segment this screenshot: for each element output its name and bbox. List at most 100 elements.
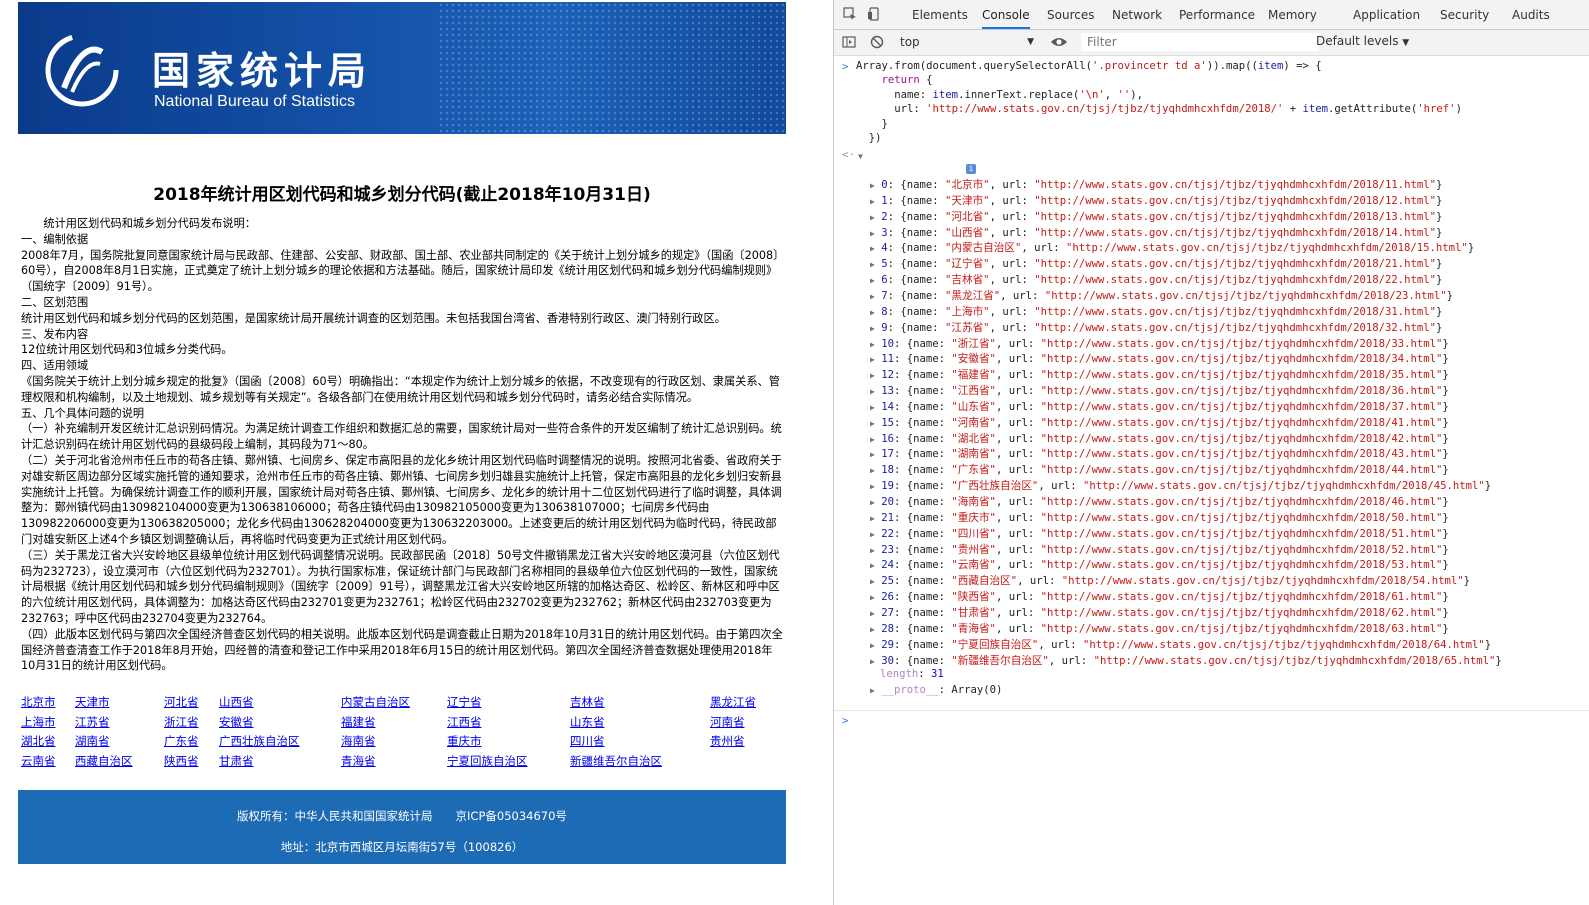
expand-toggle-icon[interactable]: ▶ <box>870 181 875 190</box>
info-icon[interactable]: i <box>966 164 976 174</box>
expand-toggle-icon[interactable]: ▶ <box>870 355 875 364</box>
province-link[interactable]: 安徽省 <box>219 714 254 730</box>
province-link[interactable]: 云南省 <box>21 753 56 769</box>
array-entry[interactable]: ▶ 20: {name: "海南省", url: "http://www.sta… <box>870 494 1449 509</box>
log-levels-dropdown[interactable]: Default levels ▼ <box>1316 34 1409 48</box>
expand-toggle-icon[interactable]: ▶ <box>870 387 875 396</box>
province-link[interactable]: 辽宁省 <box>447 694 482 710</box>
expand-toggle-icon[interactable]: ▶ <box>870 213 875 222</box>
tab-performance[interactable]: Performance <box>1179 0 1255 29</box>
array-entry[interactable]: ▶ 28: {name: "青海省", url: "http://www.sta… <box>870 621 1449 636</box>
expand-toggle-icon[interactable]: ▶ <box>870 197 875 206</box>
province-link[interactable]: 湖南省 <box>75 733 110 749</box>
array-entry[interactable]: ▶ 0: {name: "北京市", url: "http://www.stat… <box>870 177 1442 192</box>
array-entry[interactable]: ▶ 19: {name: "广西壮族自治区", url: "http://www… <box>870 478 1491 493</box>
array-proto[interactable]: ▶ __proto__: Array(0) <box>870 684 1002 696</box>
expand-toggle-icon[interactable]: ▶ <box>870 482 875 491</box>
province-link[interactable]: 北京市 <box>21 694 56 710</box>
array-entry[interactable]: ▶ 7: {name: "黑龙江省", url: "http://www.sta… <box>870 288 1453 303</box>
array-entry[interactable]: ▶ 13: {name: "江西省", url: "http://www.sta… <box>870 383 1449 398</box>
array-entry[interactable]: ▶ 2: {name: "河北省", url: "http://www.stat… <box>870 209 1442 224</box>
array-entry[interactable]: ▶ 16: {name: "湖北省", url: "http://www.sta… <box>870 431 1449 446</box>
array-entry[interactable]: ▶ 22: {name: "四川省", url: "http://www.sta… <box>870 526 1449 541</box>
array-entry[interactable]: ▶ 6: {name: "吉林省", url: "http://www.stat… <box>870 272 1442 287</box>
province-link[interactable]: 江苏省 <box>75 714 110 730</box>
array-entry[interactable]: ▶ 11: {name: "安徽省", url: "http://www.sta… <box>870 351 1449 366</box>
array-entry[interactable]: ▶ 26: {name: "陕西省", url: "http://www.sta… <box>870 589 1449 604</box>
expand-toggle-icon[interactable]: ▶ <box>870 435 875 444</box>
tab-security[interactable]: Security <box>1440 0 1489 29</box>
tab-console[interactable]: Console <box>982 0 1030 29</box>
province-link[interactable]: 宁夏回族自治区 <box>447 753 528 769</box>
device-toolbar-icon[interactable] <box>867 7 881 21</box>
array-entry[interactable]: ▶ 18: {name: "广东省", url: "http://www.sta… <box>870 462 1449 477</box>
province-link[interactable]: 黑龙江省 <box>710 694 756 710</box>
province-link[interactable]: 河北省 <box>164 694 199 710</box>
province-link[interactable]: 湖北省 <box>21 733 56 749</box>
console-filter-input[interactable] <box>1081 33 1319 51</box>
inspect-element-icon[interactable] <box>843 7 857 21</box>
sidebar-toggle-icon[interactable] <box>842 35 856 49</box>
array-entry[interactable]: ▶ 10: {name: "浙江省", url: "http://www.sta… <box>870 336 1449 351</box>
array-entry[interactable]: ▶ 14: {name: "山东省", url: "http://www.sta… <box>870 399 1449 414</box>
province-link[interactable]: 重庆市 <box>447 733 482 749</box>
province-link[interactable]: 新疆维吾尔自治区 <box>570 753 662 769</box>
tab-elements[interactable]: Elements <box>912 0 968 29</box>
expand-toggle-icon[interactable]: ▶ <box>870 450 875 459</box>
tab-memory[interactable]: Memory <box>1268 0 1317 29</box>
expand-toggle-icon[interactable]: ▶ <box>870 403 875 412</box>
array-entry[interactable]: ▶ 4: {name: "内蒙古自治区", url: "http://www.s… <box>870 240 1474 255</box>
array-entry[interactable]: ▶ 17: {name: "湖南省", url: "http://www.sta… <box>870 446 1449 461</box>
expand-toggle-icon[interactable]: ▶ <box>870 324 875 333</box>
expand-toggle-icon[interactable]: ▶ <box>870 340 875 349</box>
province-link[interactable]: 河南省 <box>710 714 745 730</box>
province-link[interactable]: 内蒙古自治区 <box>341 694 410 710</box>
expand-toggle-icon[interactable]: ▶ <box>870 229 875 238</box>
province-link[interactable]: 福建省 <box>341 714 376 730</box>
tab-application[interactable]: Application <box>1353 0 1420 29</box>
expand-toggle-icon[interactable]: ▶ <box>870 530 875 539</box>
province-link[interactable]: 甘肃省 <box>219 753 254 769</box>
array-entry[interactable]: ▶ 21: {name: "重庆市", url: "http://www.sta… <box>870 510 1449 525</box>
expand-toggle-icon[interactable]: ▶ <box>870 514 875 523</box>
expand-toggle-icon[interactable]: ▶ <box>870 292 875 301</box>
province-link[interactable]: 青海省 <box>341 753 376 769</box>
expand-toggle-icon[interactable]: ▶ <box>870 657 875 666</box>
expand-toggle-icon[interactable]: ▶ <box>870 260 875 269</box>
array-entry[interactable]: ▶ 29: {name: "宁夏回族自治区", url: "http://www… <box>870 637 1491 652</box>
province-link[interactable]: 陕西省 <box>164 753 199 769</box>
tab-network[interactable]: Network <box>1112 0 1162 29</box>
tab-sources[interactable]: Sources <box>1047 0 1094 29</box>
province-link[interactable]: 贵州省 <box>710 733 745 749</box>
array-entry[interactable]: ▶ 15: {name: "河南省", url: "http://www.sta… <box>870 415 1449 430</box>
eye-icon[interactable] <box>1050 35 1068 49</box>
expand-toggle-icon[interactable]: ▶ <box>870 276 875 285</box>
expand-toggle-icon[interactable]: ▶ <box>870 561 875 570</box>
expand-toggle-icon[interactable]: ▶ <box>870 625 875 634</box>
expand-toggle-icon[interactable]: ▶ <box>870 244 875 253</box>
province-link[interactable]: 山西省 <box>219 694 254 710</box>
tab-audits[interactable]: Audits <box>1512 0 1550 29</box>
province-link[interactable]: 广东省 <box>164 733 199 749</box>
array-entry[interactable]: ▶ 30: {name: "新疆维吾尔自治区", url: "http://ww… <box>870 653 1502 668</box>
province-link[interactable]: 天津市 <box>75 694 110 710</box>
province-link[interactable]: 四川省 <box>570 733 605 749</box>
array-entry[interactable]: ▶ 24: {name: "云南省", url: "http://www.sta… <box>870 557 1449 572</box>
expand-toggle-icon[interactable]: ▶ <box>870 641 875 650</box>
expand-toggle-icon[interactable]: ▶ <box>870 371 875 380</box>
province-link[interactable]: 吉林省 <box>570 694 605 710</box>
expand-toggle-icon[interactable]: ▶ <box>870 609 875 618</box>
array-entry[interactable]: ▶ 9: {name: "江苏省", url: "http://www.stat… <box>870 320 1442 335</box>
array-entry[interactable]: ▶ 27: {name: "甘肃省", url: "http://www.sta… <box>870 605 1449 620</box>
context-selector[interactable]: top ▼ <box>900 33 1034 51</box>
expand-toggle-icon[interactable]: ▶ <box>870 466 875 475</box>
clear-console-icon[interactable] <box>870 35 884 49</box>
expand-toggle-icon[interactable]: ▶ <box>870 593 875 602</box>
console-prompt-icon[interactable]: > <box>842 714 849 727</box>
array-entry[interactable]: ▶ 1: {name: "天津市", url: "http://www.stat… <box>870 193 1442 208</box>
expand-toggle-icon[interactable]: ▶ <box>870 419 875 428</box>
array-entry[interactable]: ▶ 8: {name: "上海市", url: "http://www.stat… <box>870 304 1442 319</box>
array-entry[interactable]: ▶ 3: {name: "山西省", url: "http://www.stat… <box>870 225 1442 240</box>
array-entry[interactable]: ▶ 5: {name: "辽宁省", url: "http://www.stat… <box>870 256 1442 271</box>
expand-toggle-icon[interactable]: ▶ <box>870 308 875 317</box>
